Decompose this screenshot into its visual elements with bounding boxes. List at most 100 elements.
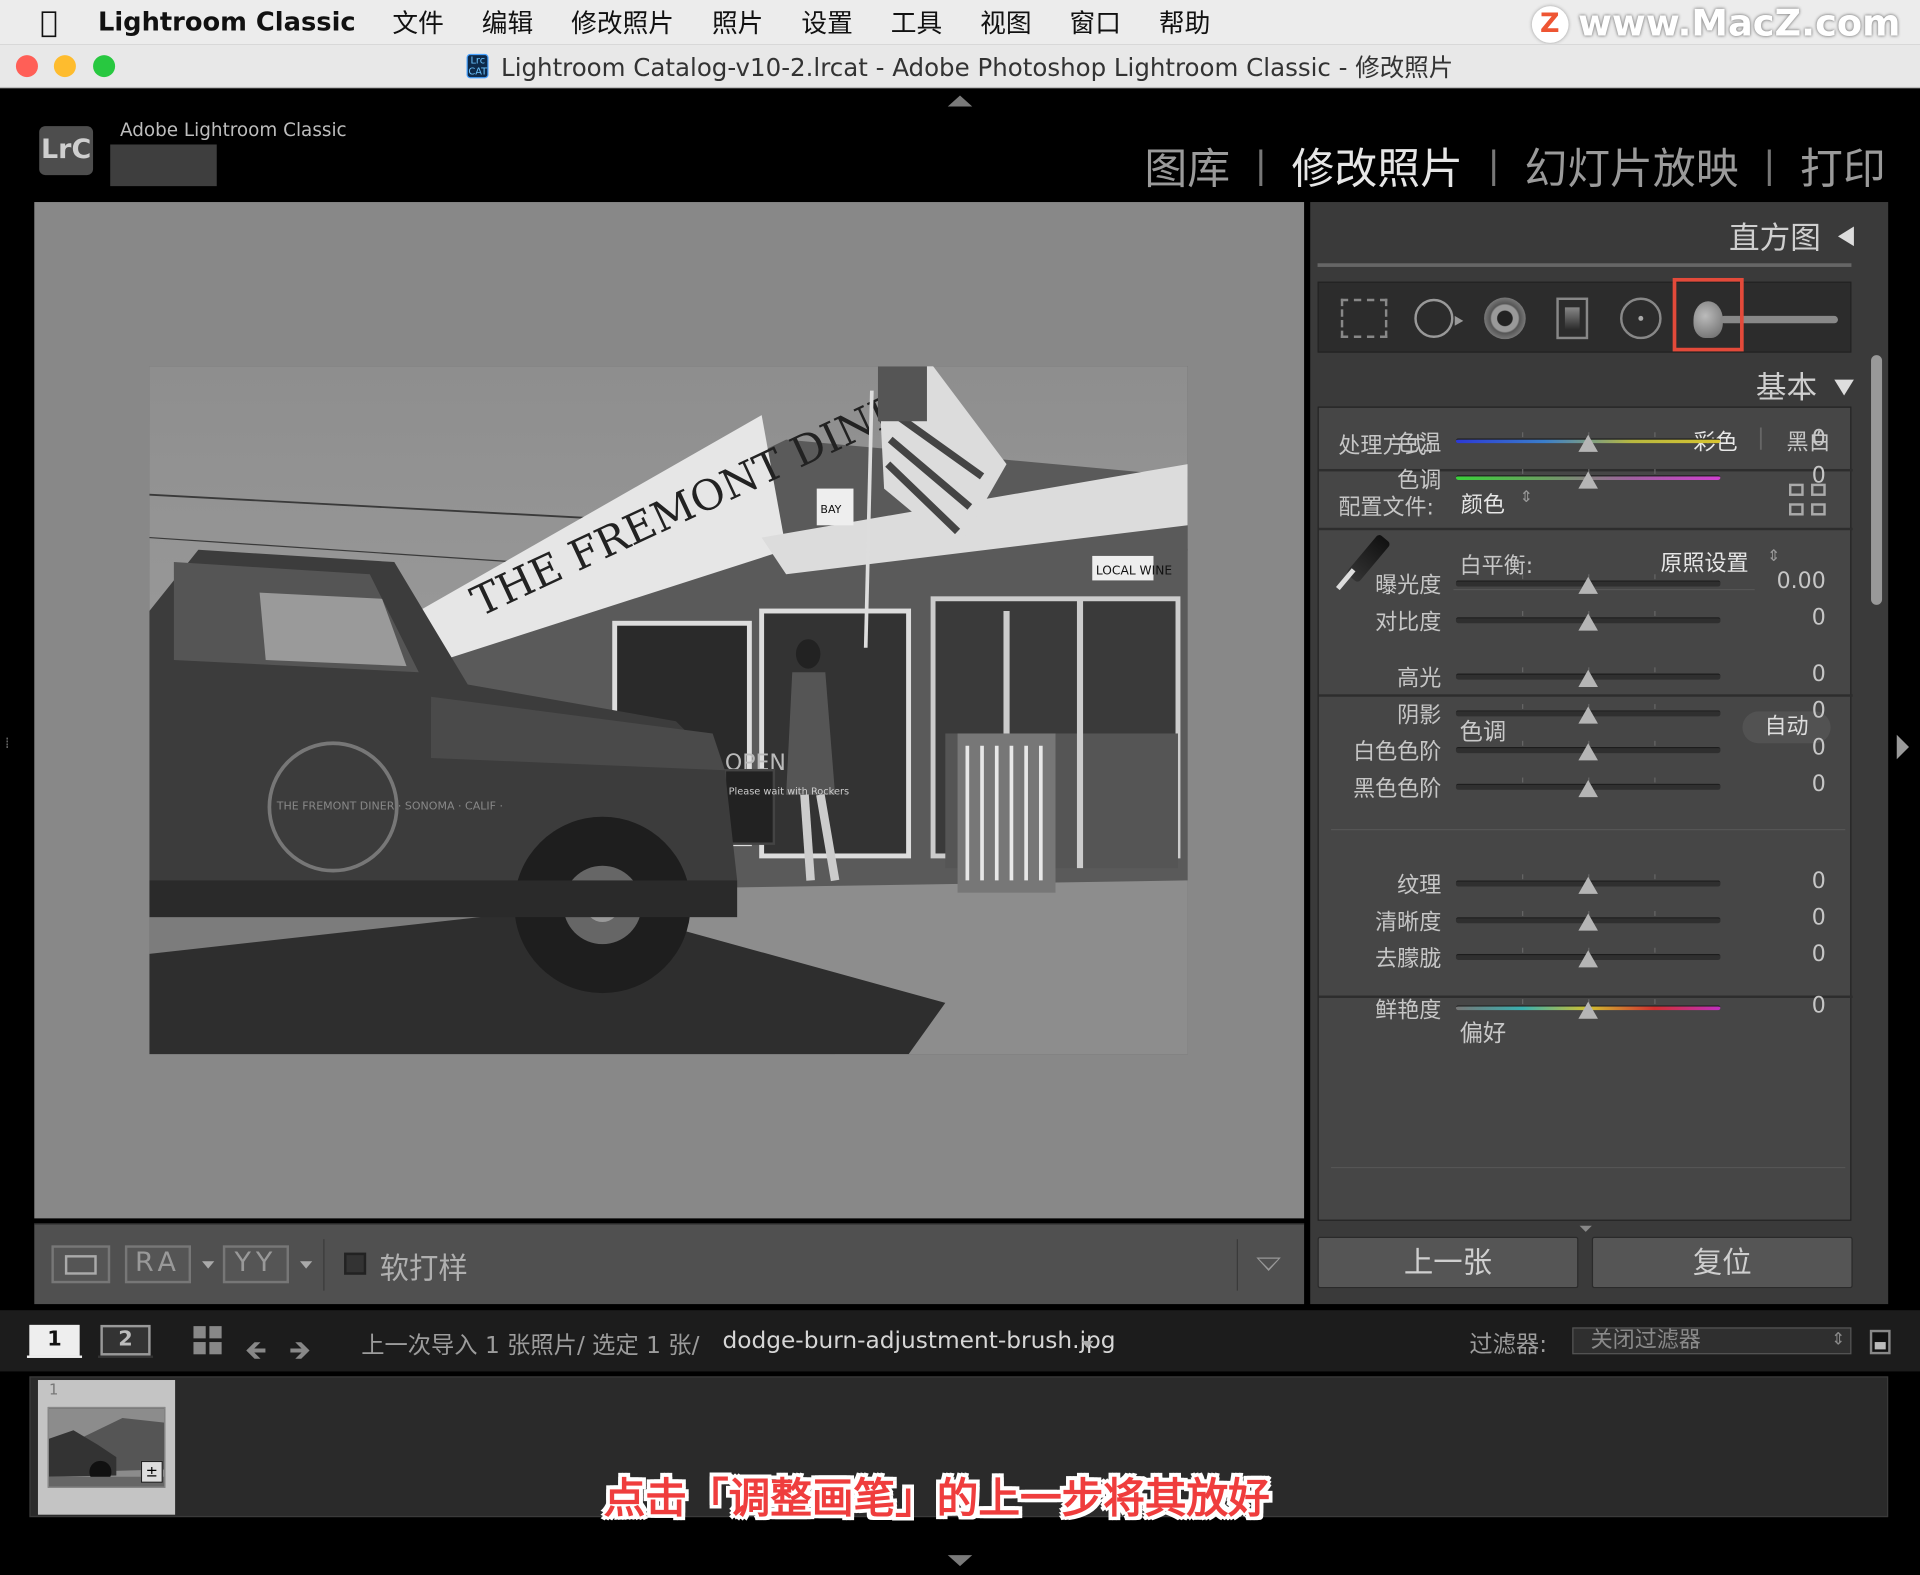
slider-value[interactable]: 0: [1752, 605, 1826, 631]
module-separator: |: [1763, 144, 1776, 188]
menu-develop[interactable]: 修改照片: [571, 4, 674, 41]
slider-tick: [1522, 574, 1524, 580]
right-panel-scrollbar[interactable]: [1871, 355, 1883, 605]
slider-tick: [1654, 740, 1656, 746]
soft-proof-label: 软打样: [379, 1251, 468, 1286]
slider-row: 白色色阶 0: [1319, 732, 1853, 766]
before-after-tb-button[interactable]: YY: [222, 1245, 289, 1284]
menu-tools[interactable]: 工具: [891, 4, 942, 41]
apple-icon[interactable]: : [0, 5, 98, 39]
slider-value[interactable]: 0: [1752, 993, 1826, 1019]
previous-photo-arrow-icon[interactable]: 🡸: [245, 1330, 267, 1377]
before-after-lr-button[interactable]: RA: [124, 1245, 192, 1284]
histogram-panel-header[interactable]: 直方图: [1310, 202, 1888, 266]
filter-lock-icon[interactable]: [1869, 1329, 1891, 1355]
red-eye-correction-icon[interactable]: [1484, 297, 1526, 340]
menu-photo[interactable]: 照片: [712, 4, 763, 41]
before-after-lr-dropdown-icon[interactable]: [202, 1261, 215, 1269]
menu-edit[interactable]: 编辑: [482, 4, 533, 41]
slider-value[interactable]: 0: [1752, 771, 1826, 797]
slider-tick: [1522, 667, 1524, 673]
thumbnail-index: 1: [48, 1381, 59, 1399]
slider-thumb[interactable]: [1578, 780, 1598, 798]
slider-value[interactable]: 0: [1752, 868, 1826, 894]
tool-strip: [1317, 281, 1852, 353]
menu-settings[interactable]: 设置: [801, 4, 852, 41]
menu-view[interactable]: 视图: [980, 4, 1031, 41]
main-photo[interactable]: THE FREMONT DINER LOCAL WINE OPEN BAY Pl…: [149, 366, 1188, 1055]
slider-row: 清晰度 0: [1319, 902, 1853, 936]
slider-thumb[interactable]: [1578, 743, 1598, 761]
slider-label: 清晰度: [1375, 909, 1442, 936]
previous-button[interactable]: 上一张: [1317, 1236, 1579, 1289]
slider-thumb[interactable]: [1578, 950, 1598, 968]
module-separator: |: [1487, 144, 1500, 188]
collapse-filmstrip-arrow-icon[interactable]: [947, 1555, 973, 1567]
slider-thumb[interactable]: [1578, 706, 1598, 724]
module-slideshow[interactable]: 幻灯片放映: [1524, 135, 1738, 197]
collapse-down-icon: [1834, 379, 1854, 396]
photo-toolbar: RA YY 软打样: [34, 1223, 1305, 1305]
close-window-button[interactable]: [15, 55, 38, 78]
slider-thumb[interactable]: [1578, 471, 1598, 489]
slider-thumb[interactable]: [1578, 1001, 1598, 1019]
slider-value[interactable]: 0: [1752, 735, 1826, 761]
loupe-view-icon: [64, 1255, 97, 1275]
slider-thumb[interactable]: [1578, 576, 1598, 594]
expand-left-icon: [1837, 226, 1854, 247]
soft-proof-checkbox[interactable]: [344, 1252, 367, 1275]
next-photo-arrow-icon[interactable]: 🡺: [289, 1330, 311, 1377]
module-picker: 图库 | 修改照片 | 幻灯片放映 | 打印: [1144, 135, 1885, 197]
menu-file[interactable]: 文件: [392, 4, 443, 41]
slider-value[interactable]: 0: [1752, 942, 1826, 968]
filmstrip-filename[interactable]: dodge-burn-adjustment-brush.jpg: [722, 1327, 1115, 1354]
loupe-view-button[interactable]: [51, 1245, 111, 1284]
right-panel-toggle-icon[interactable]: [1896, 734, 1909, 760]
slider-thumb[interactable]: [1578, 876, 1598, 894]
before-after-tb-dropdown-icon[interactable]: [300, 1261, 313, 1269]
slider-tick: [1522, 740, 1524, 746]
radial-filter-icon[interactable]: [1620, 297, 1662, 340]
crop-overlay-icon[interactable]: [1340, 298, 1388, 338]
tutorial-caption: 点击「调整画笔」的上一步将其放好: [603, 1474, 1270, 1524]
white-balance-select-arrows-icon[interactable]: ⇕: [1767, 547, 1780, 565]
grid-view-icon[interactable]: [193, 1326, 222, 1355]
slider-thumb[interactable]: [1578, 434, 1598, 452]
filmstrip-source[interactable]: 上一次导入 1 张照片/ 选定 1 张/: [361, 1327, 699, 1360]
app-menu[interactable]: Lightroom Classic: [98, 7, 356, 36]
filter-select[interactable]: 关闭过滤器: [1572, 1327, 1852, 1355]
primary-monitor-button[interactable]: 1: [26, 1324, 83, 1358]
graduated-filter-icon[interactable]: [1556, 297, 1589, 340]
module-library[interactable]: 图库: [1144, 135, 1230, 197]
module-print[interactable]: 打印: [1800, 135, 1886, 197]
slider-value[interactable]: 0: [1752, 905, 1826, 931]
secondary-monitor-button[interactable]: 2: [97, 1324, 154, 1358]
slider-value[interactable]: 0: [1752, 463, 1826, 489]
collapse-top-panel-arrow-icon[interactable]: [947, 95, 973, 107]
module-develop[interactable]: 修改照片: [1292, 135, 1463, 197]
minimize-window-button[interactable]: [53, 55, 76, 78]
slider-tick: [1654, 667, 1656, 673]
reset-button[interactable]: 复位: [1591, 1236, 1853, 1289]
slider-thumb[interactable]: [1578, 613, 1598, 631]
slider-tick: [1654, 574, 1656, 580]
basic-panel-header[interactable]: 基本: [1310, 359, 1888, 408]
slider-tick: [1522, 611, 1524, 616]
left-panel-toggle-icon[interactable]: ⁞: [5, 735, 20, 767]
slider-value[interactable]: 0: [1752, 426, 1826, 452]
slider-tick: [1654, 468, 1656, 474]
slider-thumb[interactable]: [1578, 913, 1598, 931]
menu-help[interactable]: 帮助: [1159, 4, 1210, 41]
panel-end-marker-icon: [1579, 1225, 1592, 1232]
zoom-window-button[interactable]: [93, 55, 116, 78]
slider-thumb[interactable]: [1578, 669, 1598, 687]
spot-removal-icon[interactable]: [1414, 298, 1464, 338]
menu-window[interactable]: 窗口: [1070, 4, 1121, 41]
slider-row: 高光 0: [1319, 659, 1853, 693]
filename-dropdown-icon[interactable]: [1081, 1340, 1094, 1349]
window-title: Lightroom Catalog-v10-2.lrcat - Adobe Ph…: [501, 52, 1454, 83]
slider-value[interactable]: 0: [1752, 661, 1826, 687]
slider-value[interactable]: 0.00: [1752, 568, 1826, 594]
slider-value[interactable]: 0: [1752, 698, 1826, 724]
toolbar-content-menu-icon[interactable]: [1256, 1257, 1281, 1272]
